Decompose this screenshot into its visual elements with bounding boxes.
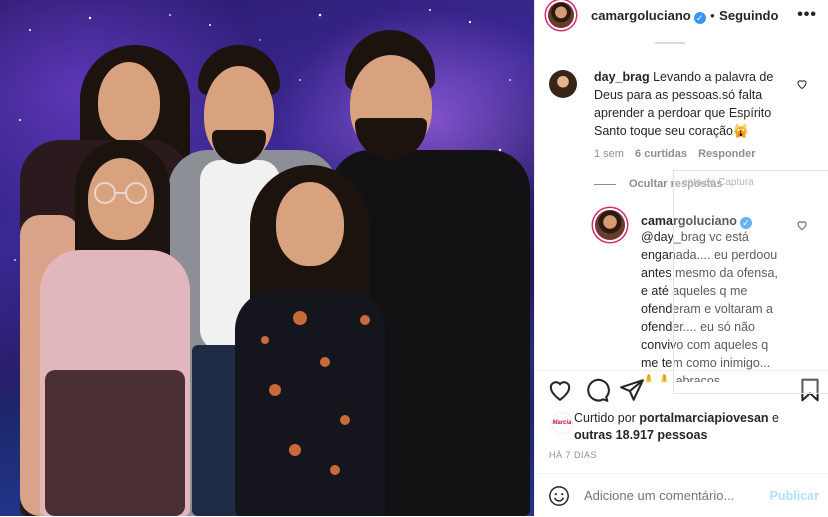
commenter-avatar[interactable] (549, 70, 577, 98)
following-button[interactable]: Seguindo (719, 8, 778, 23)
scroll-hint (655, 42, 685, 44)
author-avatar[interactable] (548, 2, 574, 28)
comment-icon[interactable] (584, 377, 610, 403)
post-header: camargoluciano ✓ • Seguindo ••• (535, 0, 828, 30)
likes-others-count[interactable]: outras 18.917 pessoas (574, 428, 707, 442)
floral-pattern (261, 311, 370, 475)
capture-tool-label: enta de Captura (682, 177, 754, 188)
likes-conjunction: e (772, 411, 779, 425)
glasses-icon (94, 182, 147, 204)
comment-input[interactable] (584, 488, 744, 503)
reply-author-avatar[interactable] (595, 210, 625, 240)
comment-age: 1 sem (594, 148, 624, 160)
liked-by-username[interactable]: portalmarciapiovesan (639, 411, 768, 425)
smiley-icon[interactable] (548, 485, 570, 507)
verified-badge-icon: ✓ (693, 12, 706, 24)
likes-prefix: Curtido por (574, 411, 636, 425)
likes-summary: Curtido por portalmarciapiovesan e outra… (574, 410, 814, 444)
commenter-username[interactable]: day_brag (594, 70, 650, 84)
liker-avatar[interactable]: Marcia (551, 412, 573, 434)
header-separator: • (710, 8, 715, 23)
send-icon[interactable] (619, 377, 645, 403)
author-username[interactable]: camargoluciano (591, 8, 691, 23)
add-comment-bar: Publicar (535, 473, 828, 517)
post-timestamp[interactable]: HÁ 7 DIAS (549, 450, 597, 460)
more-options-icon[interactable]: ••• (797, 6, 817, 24)
hide-replies-line (594, 184, 616, 185)
publish-button[interactable]: Publicar (770, 489, 819, 503)
capture-tool-overlay (673, 170, 828, 394)
heart-icon[interactable] (547, 377, 573, 403)
post-photo[interactable] (0, 0, 534, 516)
comment-like-heart-icon[interactable] (796, 78, 808, 90)
reply-button[interactable]: Responder (698, 148, 755, 160)
comment-likes-count[interactable]: 6 curtidas (635, 148, 687, 160)
